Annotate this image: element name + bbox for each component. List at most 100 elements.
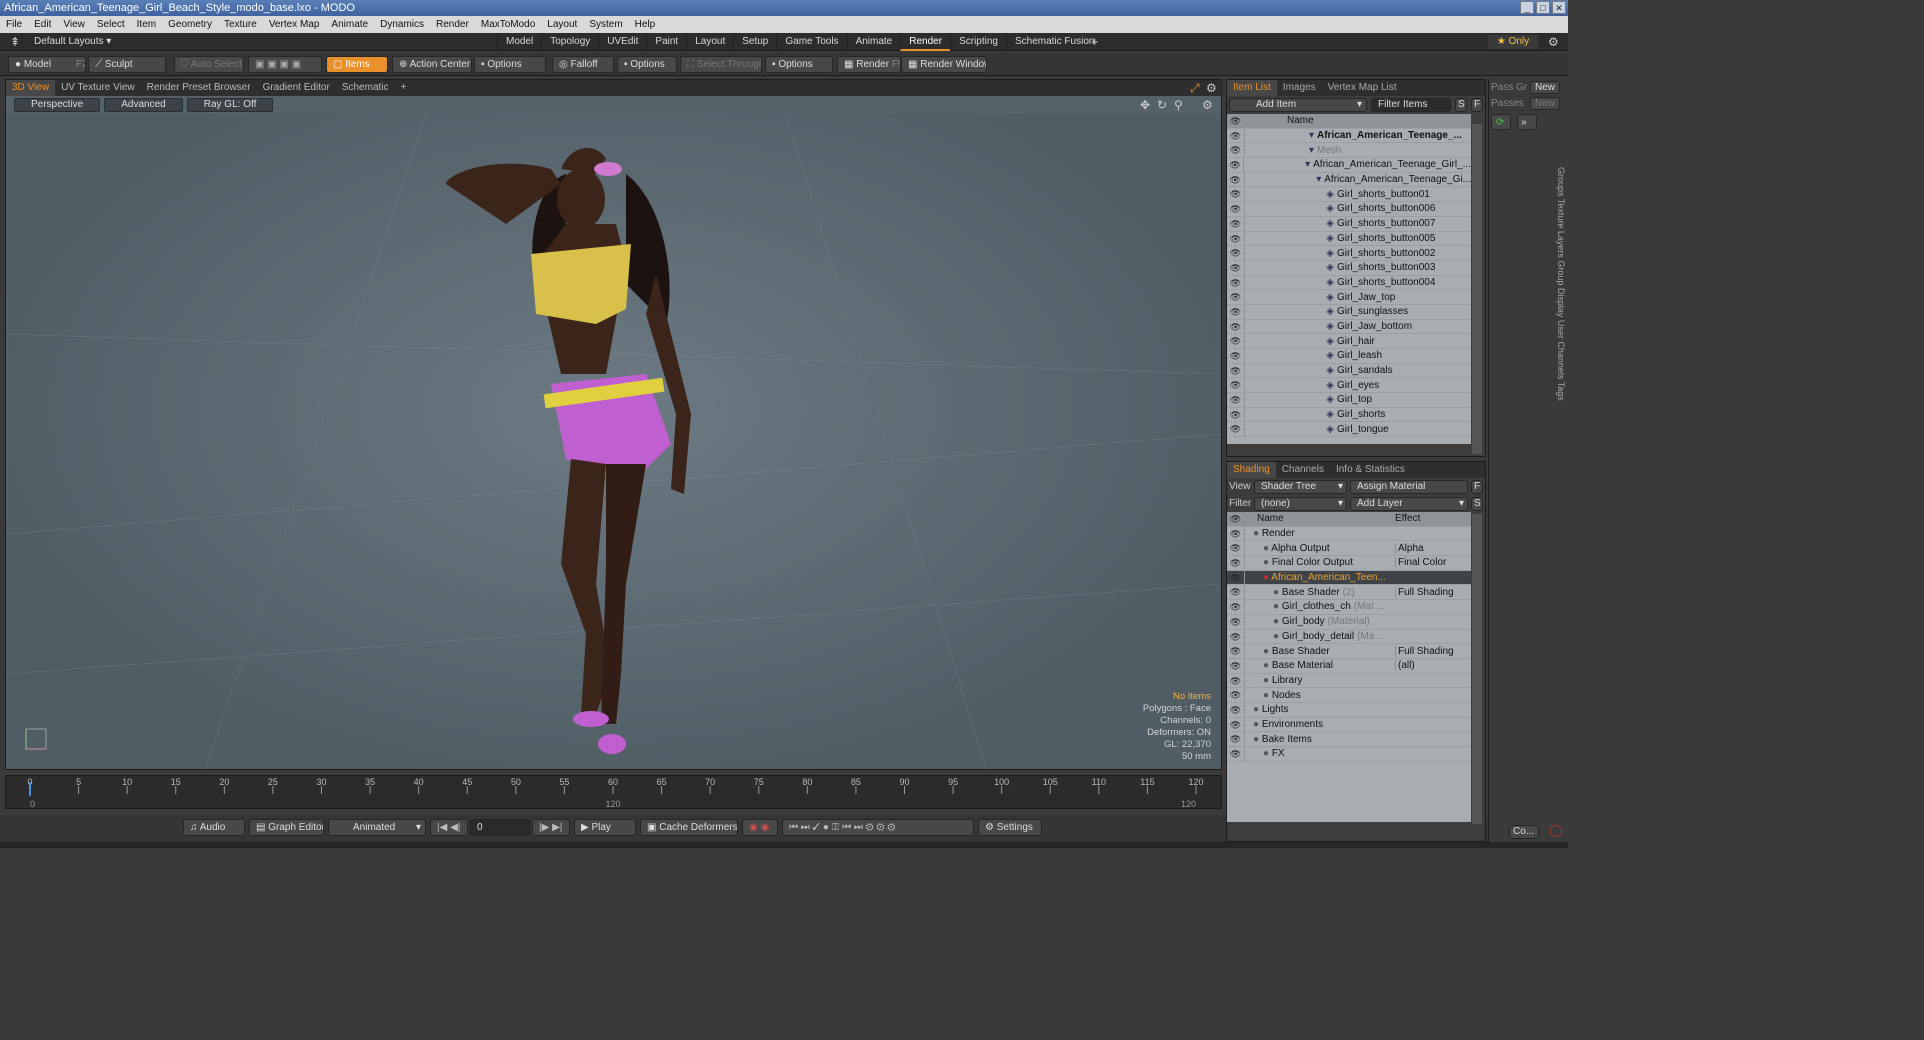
item-row[interactable]: 👁 ◈ Girl_sunglasses xyxy=(1227,304,1471,320)
gear-icon[interactable]: ⚙ xyxy=(1548,35,1559,49)
shader-row[interactable]: 👁 ● Environments xyxy=(1227,717,1471,733)
zoom-view-icon[interactable]: ⚲ xyxy=(1174,98,1183,112)
mesh-icon[interactable]: ◈ xyxy=(1245,248,1337,259)
item-row[interactable]: 👁 ◈ Girl_shorts_button004 xyxy=(1227,275,1471,291)
settings-button[interactable]: ⚙ Settings xyxy=(978,819,1042,836)
item-list-tab-1[interactable]: Images xyxy=(1277,80,1322,96)
eye-icon[interactable]: 👁 xyxy=(1227,290,1245,304)
item-row[interactable]: 👁 ◈ Girl_sandals xyxy=(1227,363,1471,379)
expand-icon[interactable]: ⤢ xyxy=(1190,81,1200,96)
shader-effect[interactable]: Final Color xyxy=(1395,557,1465,569)
viewport-option-2[interactable]: Ray GL: Off xyxy=(186,98,274,112)
item-row[interactable]: 👁 ◈ Girl_leash xyxy=(1227,349,1471,364)
shading-tab-1[interactable]: Channels xyxy=(1276,462,1330,478)
tab-schematic-fusion[interactable]: Schematic Fusion xyxy=(1005,33,1102,51)
render-button[interactable]: ▦ Render F9 xyxy=(837,56,901,73)
options-button-1[interactable]: ▪ Options xyxy=(474,56,546,73)
action-center-button[interactable]: ⊕ Action Center xyxy=(392,56,472,73)
eye-icon[interactable]: 👁 xyxy=(1227,393,1245,407)
mesh-icon[interactable]: ◈ xyxy=(1245,424,1337,435)
new-pass-group-button[interactable]: New xyxy=(1530,80,1560,94)
menu-item-view[interactable]: View xyxy=(57,16,91,33)
shader-row[interactable]: 👁 ● Base Shader Full Shading xyxy=(1227,644,1471,659)
eye-icon[interactable]: 👁 xyxy=(1227,422,1245,437)
item-list-scrollbar[interactable] xyxy=(1472,124,1482,454)
options-button-2[interactable]: ▪ Options xyxy=(617,56,677,73)
shading-tab-2[interactable]: Info & Statistics xyxy=(1330,462,1411,478)
pin-icon[interactable]: ⇞ xyxy=(10,35,20,49)
eye-icon[interactable]: 👁 xyxy=(1227,319,1245,334)
layouts-dropdown[interactable]: Default Layouts ▾ xyxy=(34,33,111,51)
eye-icon[interactable]: 👁 xyxy=(1227,747,1245,761)
mesh-icon[interactable]: ◈ xyxy=(1245,336,1337,347)
viewport-option-0[interactable]: Perspective xyxy=(14,98,101,112)
close-icon[interactable]: ✕ xyxy=(1552,1,1566,14)
expand-arrow-icon[interactable]: ▾ xyxy=(1245,145,1317,156)
item-row[interactable]: 👁 ◈ Girl_tongue xyxy=(1227,422,1471,438)
shading-scrollbar[interactable] xyxy=(1472,514,1482,824)
viewport-tab-3d-view[interactable]: 3D View xyxy=(6,80,56,96)
eye-icon[interactable]: 👁 xyxy=(1227,304,1245,319)
filter-items-field[interactable]: Filter Items xyxy=(1371,98,1451,112)
viewport-option-1[interactable]: Advanced xyxy=(104,98,183,112)
eye-icon[interactable]: 👁 xyxy=(1227,702,1245,717)
shader-row[interactable]: 👁 ● Girl_body_detail (Ma ... xyxy=(1227,629,1471,645)
mesh-icon[interactable]: ◈ xyxy=(1245,365,1337,376)
eye-icon[interactable]: 👁 xyxy=(1227,556,1245,570)
mesh-icon[interactable]: ◈ xyxy=(1245,292,1337,303)
tab-animate[interactable]: Animate xyxy=(846,33,901,51)
mesh-icon[interactable]: ◈ xyxy=(1245,306,1337,317)
mesh-icon[interactable]: ◈ xyxy=(1245,321,1337,332)
falloff-button[interactable]: ◎ Falloff xyxy=(552,56,614,73)
menu-item-layout[interactable]: Layout xyxy=(541,16,583,33)
eye-icon[interactable]: 👁 xyxy=(1227,246,1245,260)
eye-icon[interactable]: 👁 xyxy=(1227,732,1245,746)
mesh-icon[interactable]: ◈ xyxy=(1245,233,1337,244)
eye-icon[interactable]: 👁 xyxy=(1227,187,1245,202)
shader-effect[interactable]: Full Shading xyxy=(1395,645,1465,657)
model-button[interactable]: ● Model F2 xyxy=(8,56,86,73)
expand-arrow-icon[interactable]: ▾ xyxy=(1244,159,1313,170)
item-row[interactable]: 👁 ◈ Girl_hair xyxy=(1227,334,1471,349)
item-row[interactable]: 👁 ◈ Girl_shorts_button002 xyxy=(1227,246,1471,261)
item-row[interactable]: 👁 ▾ Mesh xyxy=(1227,143,1471,159)
sculpt-button[interactable]: ⟋ Sculpt xyxy=(88,56,166,73)
expand-arrow-icon[interactable]: ▾ xyxy=(1245,130,1317,141)
item-row[interactable]: 👁 ▾ African_American_Teenage_... xyxy=(1227,128,1471,144)
item-list-tab-0[interactable]: Item List xyxy=(1227,80,1277,96)
record-icons[interactable]: ◉ ◉ xyxy=(742,819,778,836)
tab-scripting[interactable]: Scripting xyxy=(950,33,1006,51)
eye-icon[interactable]: 👁 xyxy=(1227,570,1245,585)
shader-row[interactable]: 👁 ● African_American_Teen... xyxy=(1227,570,1471,586)
eye-icon[interactable]: 👁 xyxy=(1227,202,1245,216)
menu-item-texture[interactable]: Texture xyxy=(218,16,263,33)
viewport-tab-gradient-editor[interactable]: Gradient Editor xyxy=(257,80,336,96)
shader-row[interactable]: 👁 ● Library xyxy=(1227,673,1471,689)
cache-deformers-button[interactable]: ▣ Cache Deformers xyxy=(640,819,738,836)
audio-button[interactable]: ♫ Audio xyxy=(183,819,245,836)
only-button[interactable]: ★ Only xyxy=(1488,35,1538,49)
menu-item-maxtomodo[interactable]: MaxToModo xyxy=(475,16,541,33)
shader-effect[interactable]: (all) xyxy=(1395,660,1465,672)
item-row[interactable]: 👁 ◈ Girl_shorts_button006 xyxy=(1227,202,1471,217)
viewport-tab-uv-texture-view[interactable]: UV Texture View xyxy=(55,80,141,96)
eye-icon[interactable]: 👁 xyxy=(1227,614,1245,629)
frame-field[interactable]: 0 xyxy=(470,819,530,836)
eye-icon[interactable]: 👁 xyxy=(1227,275,1245,290)
menu-item-vertex-map[interactable]: Vertex Map xyxy=(263,16,326,33)
shader-row[interactable]: 👁 ● Bake Items xyxy=(1227,732,1471,747)
shader-effect[interactable]: Full Shading xyxy=(1395,586,1465,598)
item-row[interactable]: 👁 ▾ African_American_Teenage_Girl_... xyxy=(1227,158,1471,173)
shader-row[interactable]: 👁 ● Girl_clothes_ch (Mat ... xyxy=(1227,600,1471,615)
tab-setup[interactable]: Setup xyxy=(733,33,776,51)
eye-icon[interactable]: 👁 xyxy=(1227,260,1245,275)
eye-icon[interactable]: 👁 xyxy=(1227,585,1245,600)
select-through-button[interactable]: ⛶ Select Through xyxy=(680,56,762,73)
eye-icon[interactable]: 👁 xyxy=(1227,526,1245,541)
timeline[interactable]: 0 5 10 15 20 25 30 35 40 45 50 55 60 65 70 75 80 85 90 95 10… xyxy=(5,775,1222,809)
item-row[interactable]: 👁 ◈ Girl_Jaw_top xyxy=(1227,290,1471,305)
tab-render[interactable]: Render xyxy=(900,33,951,51)
s-button[interactable]: S xyxy=(1455,98,1467,112)
co-button[interactable]: Co... xyxy=(1509,825,1539,839)
view-dropdown[interactable]: Shader Tree ▾ xyxy=(1254,479,1347,494)
